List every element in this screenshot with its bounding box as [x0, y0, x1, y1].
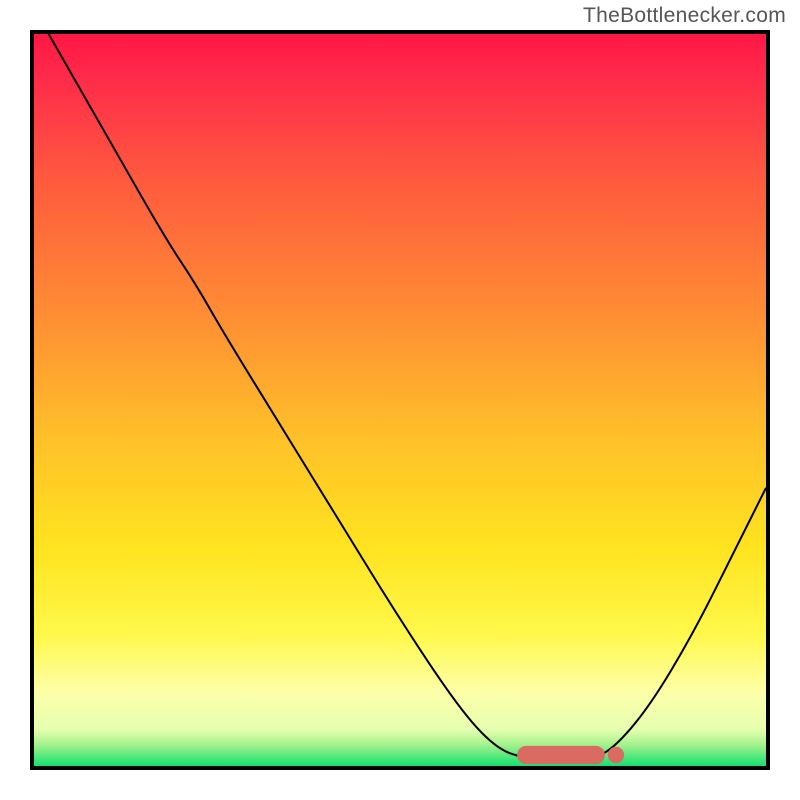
- watermark-text: TheBottlenecker.com: [583, 4, 786, 28]
- chart-svg: [34, 34, 766, 766]
- gradient-background: [34, 34, 766, 766]
- chart-plot-area: [30, 30, 770, 770]
